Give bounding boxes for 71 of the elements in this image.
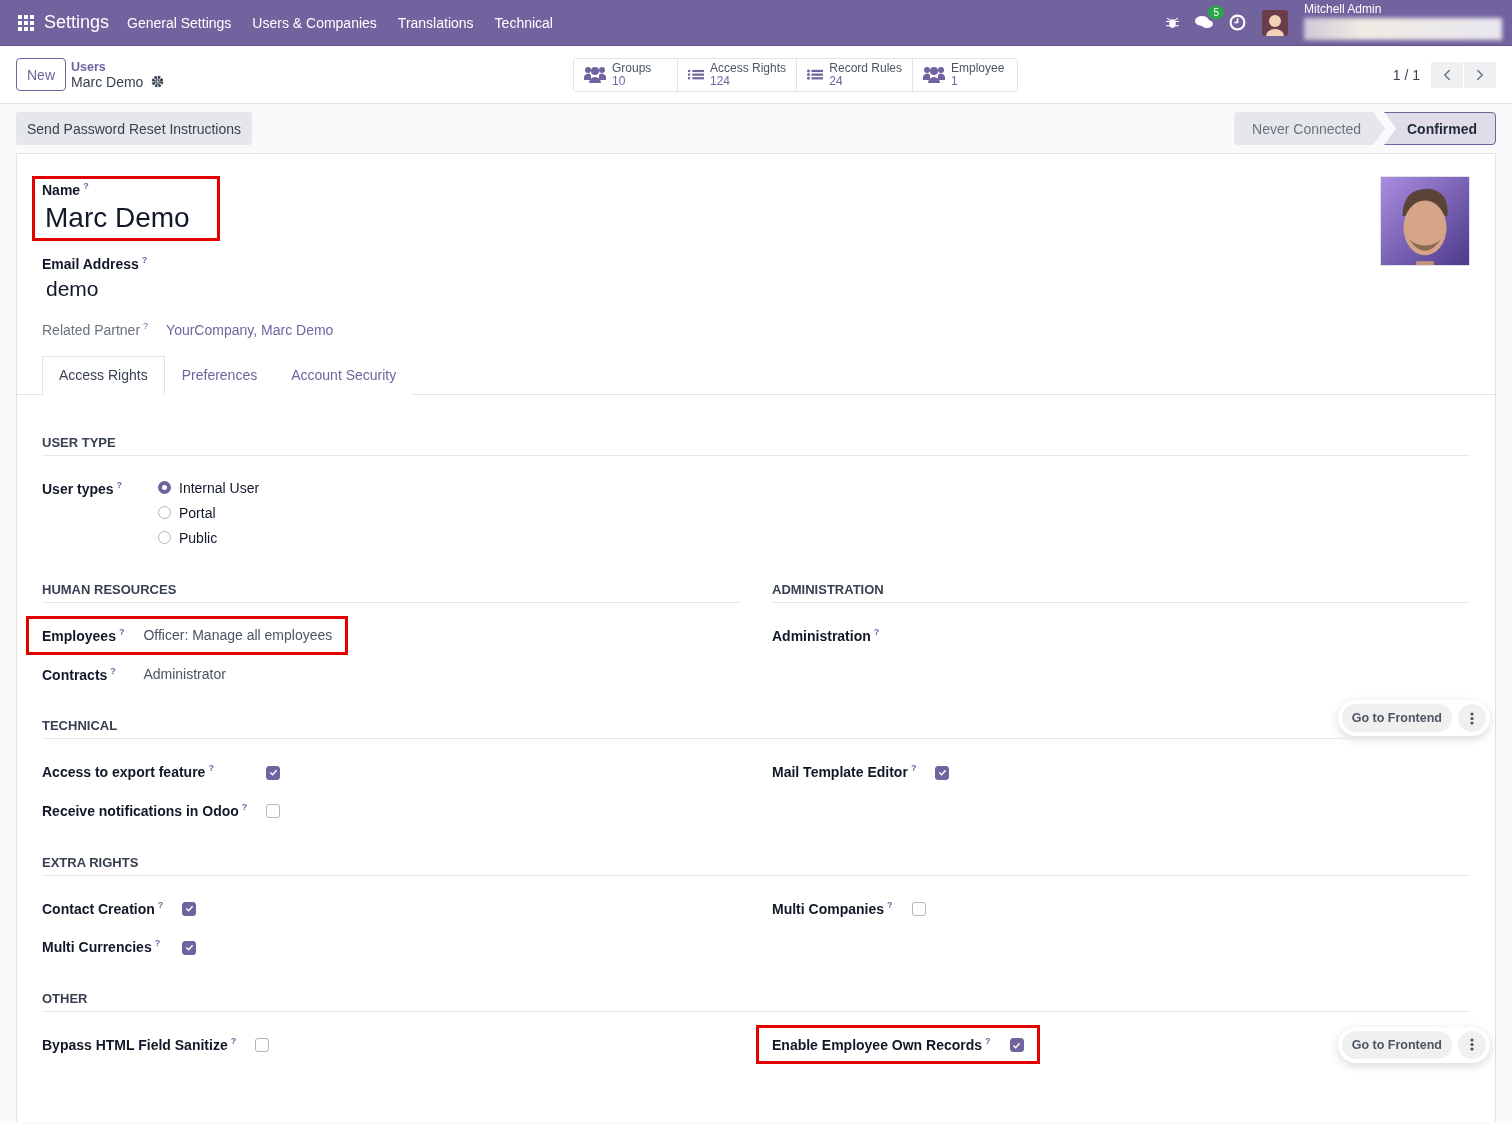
- checkbox[interactable]: [911, 901, 926, 916]
- email-value[interactable]: demo: [46, 277, 220, 302]
- field-label: Email Address $^{?}$: [42, 254, 149, 272]
- previous-button[interactable]: [1431, 61, 1463, 88]
- field-label: Mail Template Editor $^{?}$: [772, 763, 917, 780]
- check-icon: [937, 768, 947, 778]
- name-value[interactable]: Marc Demo: [45, 201, 190, 234]
- checkbox[interactable]: [255, 1038, 270, 1053]
- message-count-badge: 5: [1208, 6, 1224, 19]
- group-icon: [584, 65, 606, 84]
- radio-option[interactable]: Internal User: [158, 479, 260, 496]
- field-label: Administration $^{?}$: [772, 626, 880, 644]
- kebab-icon: [1470, 1038, 1474, 1052]
- status-stage[interactable]: Confirmed: [1384, 112, 1496, 145]
- app-name[interactable]: Settings: [44, 12, 110, 33]
- menu-item[interactable]: Users & Companies: [252, 14, 377, 31]
- checkbox[interactable]: [182, 901, 197, 916]
- group-icon: [923, 65, 945, 84]
- field-label: Employees $^{?}$: [42, 626, 125, 644]
- field-label: Enable Employee Own Records $^{?}$: [772, 1035, 991, 1053]
- radio-option[interactable]: Portal: [158, 504, 260, 521]
- kebab-icon: [1470, 711, 1474, 725]
- field-label: Name $^{?}$: [42, 181, 90, 198]
- clock-icon[interactable]: [1229, 14, 1246, 31]
- next-button[interactable]: [1464, 61, 1496, 88]
- check-icon: [1012, 1040, 1022, 1050]
- chat-icon[interactable]: [1195, 15, 1213, 30]
- reset-password-button[interactable]: Send Password Reset Instructions: [16, 112, 252, 145]
- field-label: Bypass HTML Field Sanitize $^{?}$: [42, 1035, 237, 1053]
- new-button[interactable]: New: [16, 58, 66, 91]
- tab[interactable]: Access Rights: [42, 355, 165, 395]
- pager-counter: 1 / 1: [1392, 66, 1420, 83]
- check-icon: [184, 904, 194, 914]
- user-name[interactable]: Mitchell Admin: [1304, 1, 1502, 16]
- checkbox[interactable]: [935, 765, 950, 780]
- menu-item[interactable]: General Settings: [127, 14, 232, 31]
- avatar-icon[interactable]: [1262, 9, 1288, 36]
- section-title: OTHER: [42, 990, 1470, 1012]
- app-grid-icon[interactable]: [18, 14, 34, 31]
- check-icon: [268, 768, 278, 778]
- menu-item[interactable]: Translations: [397, 14, 474, 31]
- record-title: Marc Demo: [71, 73, 144, 90]
- section-title: EXTRA RIGHTS: [42, 854, 1470, 876]
- field-label: User types $^{?}$: [42, 479, 124, 497]
- settings-icon[interactable]: [151, 75, 165, 88]
- bullet-list-icon: [807, 66, 824, 83]
- radio-option[interactable]: Public: [158, 529, 260, 546]
- checkbox[interactable]: [182, 940, 197, 955]
- field-value[interactable]: Officer: Manage all employees: [143, 627, 333, 644]
- menu-item[interactable]: Technical: [494, 14, 553, 31]
- partner-link[interactable]: YourCompany, Marc Demo: [166, 321, 334, 338]
- field-label: Multi Currencies $^{?}$: [42, 938, 162, 955]
- smart-button[interactable]: Groups 10: [574, 58, 678, 91]
- bug-icon[interactable]: [1166, 16, 1179, 29]
- field-value[interactable]: Administrator: [143, 665, 333, 682]
- check-icon: [184, 943, 194, 953]
- section-title: HUMAN RESOURCES: [42, 581, 740, 603]
- section-title: USER TYPE: [42, 434, 1470, 456]
- field-label: Contracts $^{?}$: [42, 665, 117, 683]
- field-label: Receive notifications in Odoo $^{?}$: [42, 801, 248, 819]
- go-to-frontend-button[interactable]: Go to Frontend: [1341, 1030, 1452, 1059]
- section-title: ADMINISTRATION: [772, 581, 1470, 603]
- breadcrumb-link[interactable]: Users: [71, 59, 211, 74]
- field-label: Contact Creation $^{?}$: [42, 899, 164, 917]
- checkbox[interactable]: [266, 765, 281, 780]
- field-label: Multi Companies $^{?}$: [772, 899, 893, 917]
- field-label: Related Partner $^{?}$: [42, 321, 149, 338]
- checkbox[interactable]: [1009, 1038, 1024, 1053]
- field-label: Access to export feature $^{?}$: [42, 763, 215, 780]
- status-stage[interactable]: Never Connected: [1234, 112, 1385, 145]
- checkbox[interactable]: [266, 804, 281, 819]
